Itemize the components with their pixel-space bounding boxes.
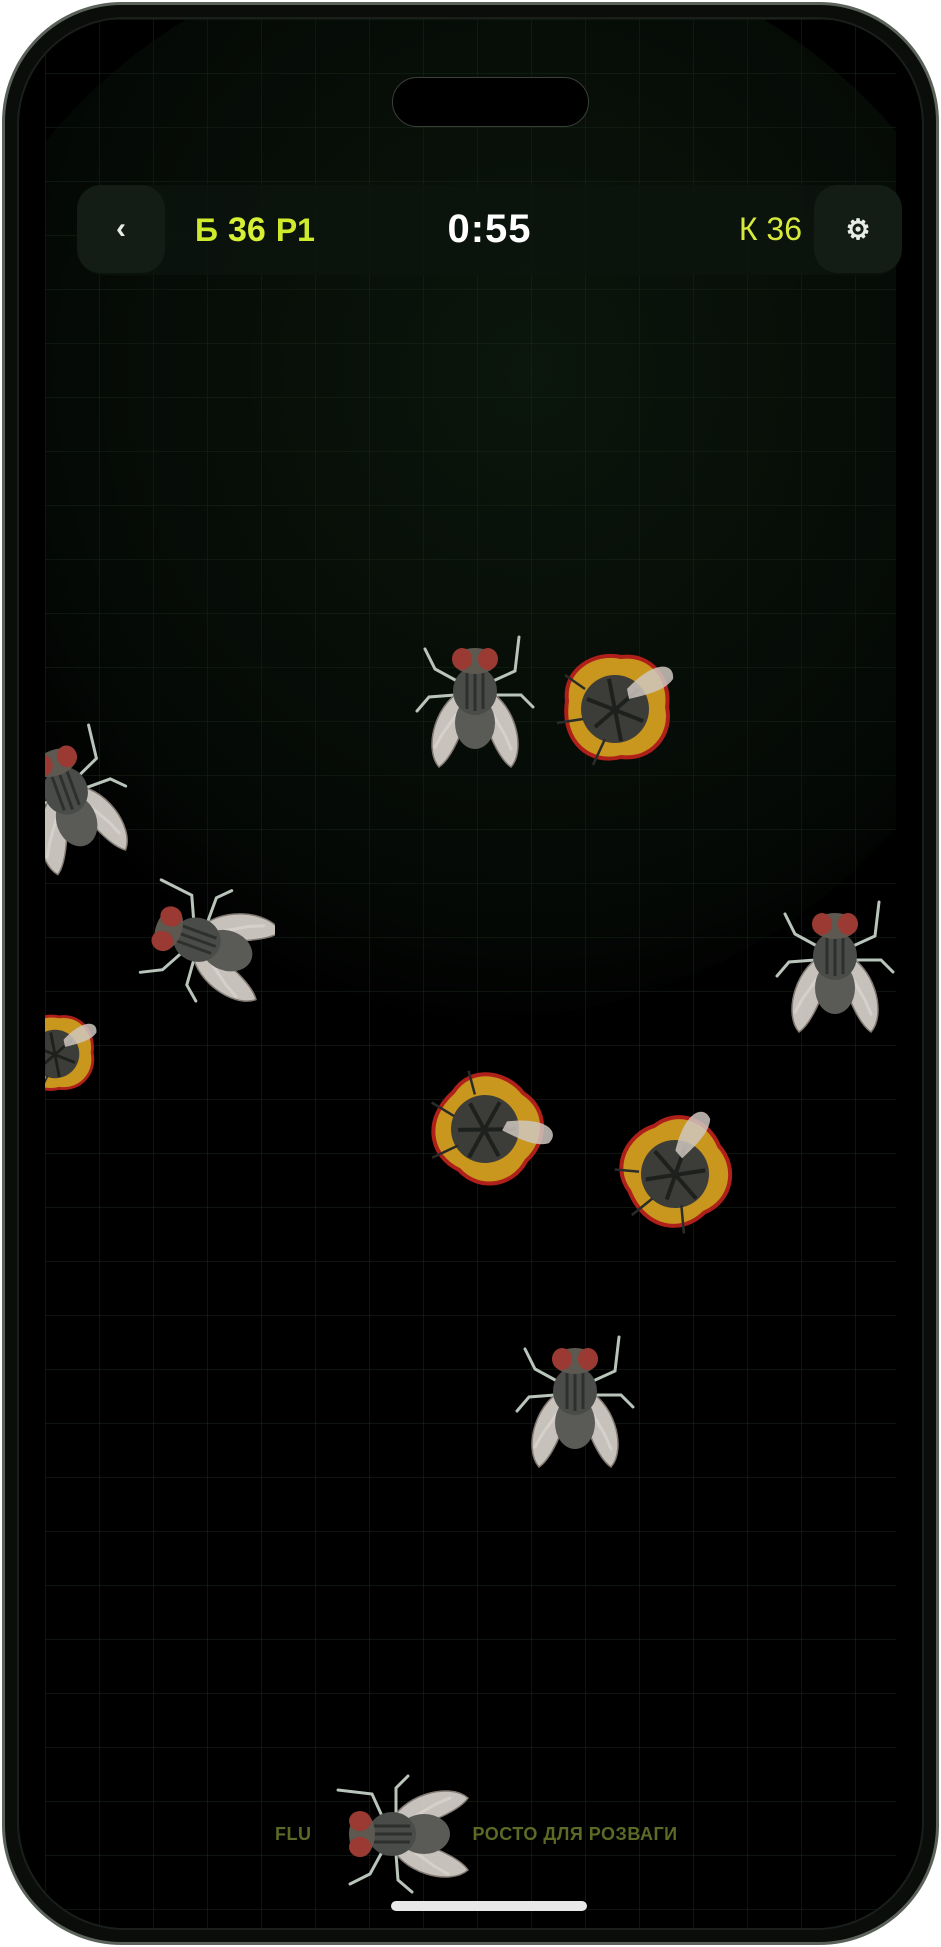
fly-alive[interactable]: [505, 1309, 645, 1479]
game-hud: ‹ Б 36 Р1 0:55 К 36 ⚙: [77, 185, 902, 275]
fly-alive[interactable]: [405, 609, 545, 779]
fly-alive[interactable]: [45, 709, 135, 879]
fly-squashed: [45, 1014, 98, 1096]
dynamic-island: [392, 77, 589, 127]
footer-right-text: РОСТО ДЛЯ РОЗВАГИ: [472, 1824, 678, 1844]
fly-alive[interactable]: [765, 869, 896, 1049]
fly-squashed: [605, 1104, 745, 1244]
gear-icon: ⚙: [845, 213, 871, 245]
fly-squashed: [555, 653, 676, 767]
footer-text: FLU РОСТО ДЛЯ РОЗВАГИ: [275, 1824, 678, 1845]
phone-frame: FLU РОСТО ДЛЯ РОЗВАГИ ‹ Б 36 Р1 0:55 К 3…: [2, 2, 939, 1945]
fly-squashed: [415, 1059, 555, 1199]
game-field[interactable]: FLU РОСТО ДЛЯ РОЗВАГИ: [45, 19, 896, 1928]
phone-screen: FLU РОСТО ДЛЯ РОЗВАГИ ‹ Б 36 Р1 0:55 К 3…: [17, 17, 924, 1930]
fly-alive[interactable]: [115, 859, 275, 1029]
kills-counter: К 36: [738, 211, 802, 247]
settings-button[interactable]: ⚙: [814, 185, 902, 273]
footer-left-text: FLU: [275, 1824, 312, 1844]
home-indicator[interactable]: [391, 1901, 587, 1911]
